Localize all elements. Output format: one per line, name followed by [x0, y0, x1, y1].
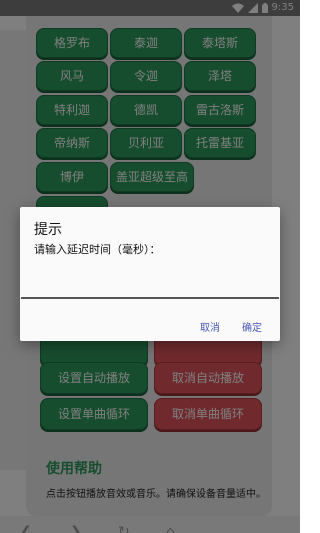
dialog-message: 请输入延迟时间（毫秒）： [34, 243, 161, 256]
cancel-button[interactable]: 取消 [200, 319, 220, 334]
dialog-title: 提示 [34, 222, 62, 238]
delay-input-dialog: 提示 请输入延迟时间（毫秒）： 取消 确定 [20, 207, 280, 341]
confirm-button[interactable]: 确定 [242, 319, 262, 334]
delay-input[interactable] [21, 267, 279, 299]
